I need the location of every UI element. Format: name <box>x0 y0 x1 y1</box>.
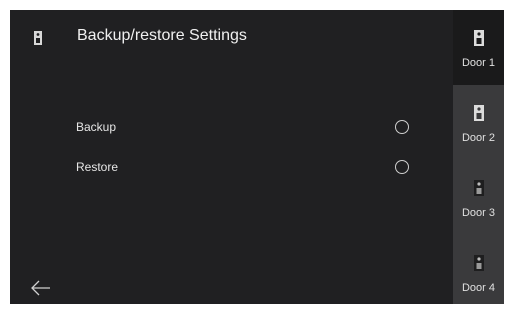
door-label: Door 3 <box>461 207 496 219</box>
option-restore[interactable]: Restore <box>10 156 453 180</box>
door-station-icon <box>34 31 42 45</box>
screen: Backup/restore Settings Backup Restore D… <box>10 10 504 304</box>
back-arrow-icon[interactable] <box>30 280 52 296</box>
door-label: Door 1 <box>461 57 496 69</box>
option-label-restore: Restore <box>76 160 119 174</box>
door-station-icon <box>474 30 484 46</box>
door-station-icon <box>474 105 484 121</box>
option-label-backup: Backup <box>76 120 117 134</box>
option-backup[interactable]: Backup <box>10 116 453 140</box>
door-label: Door 2 <box>461 132 496 144</box>
door-station-icon <box>474 255 484 271</box>
sidebar-item-door-1[interactable]: Door 1 <box>453 10 504 85</box>
sidebar-item-door-4[interactable]: Door 4 <box>453 235 504 310</box>
door-label: Door 4 <box>461 282 496 294</box>
door-sidebar: Door 1 Door 2 Door 3 Door 4 <box>453 10 504 304</box>
door-station-icon <box>474 180 484 196</box>
backup-radio[interactable] <box>395 120 409 134</box>
sidebar-item-door-3[interactable]: Door 3 <box>453 160 504 235</box>
restore-radio[interactable] <box>395 160 409 174</box>
page-title: Backup/restore Settings <box>77 27 247 44</box>
main-panel: Backup/restore Settings Backup Restore <box>10 10 453 304</box>
sidebar-item-door-2[interactable]: Door 2 <box>453 85 504 160</box>
